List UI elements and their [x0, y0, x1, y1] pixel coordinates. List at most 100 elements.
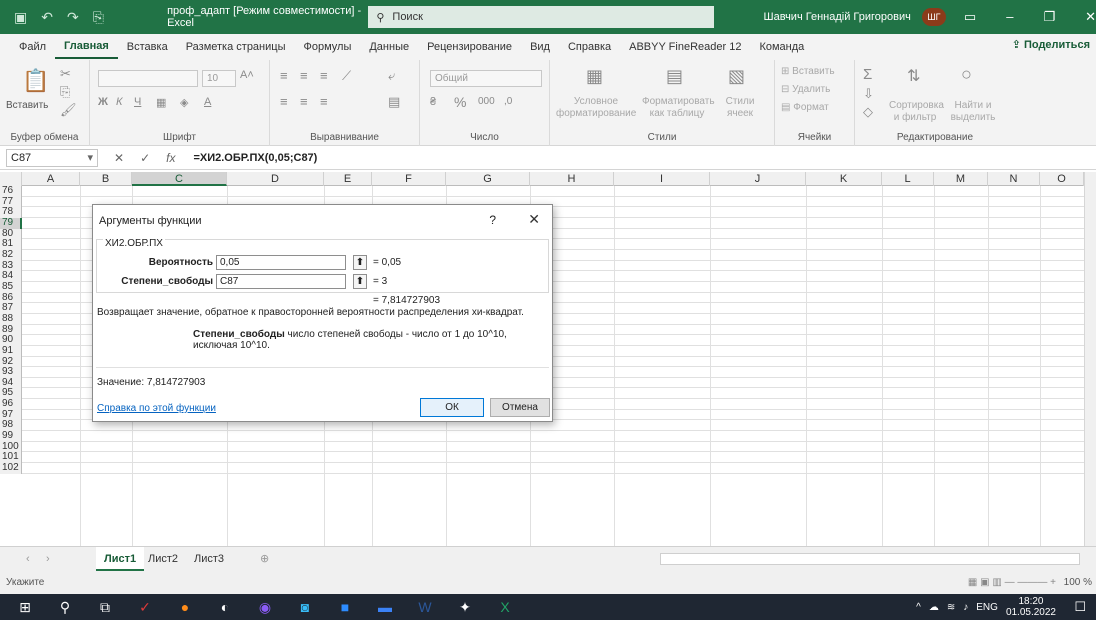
notifications-icon[interactable]: ☐	[1074, 599, 1086, 615]
cancel-button[interactable]: Отмена	[490, 398, 550, 417]
col-header-j[interactable]: J	[710, 172, 806, 186]
format-table-button[interactable]: Форматировать как таблицу	[642, 96, 715, 120]
cut-icon[interactable]: ✂	[60, 66, 71, 82]
view-normal-icon[interactable]: ▦ ▣ ▥ — ——— +	[968, 572, 1056, 594]
tab-view[interactable]: Вид	[521, 34, 559, 60]
app-icon[interactable]: ◙	[290, 596, 320, 618]
find-select-button[interactable]: Найти и выделить	[945, 100, 1001, 124]
chevron-down-icon[interactable]: ▾	[87, 150, 93, 166]
share-button[interactable]: ⇪ Поделиться	[1012, 38, 1090, 51]
tab-team[interactable]: Команда	[750, 34, 813, 60]
underline-icon[interactable]: Ч	[134, 96, 141, 108]
row-header[interactable]: 102	[0, 463, 22, 474]
tab-abbyy[interactable]: ABBYY FineReader 12	[620, 34, 750, 60]
align-center-icon[interactable]: ≡	[300, 94, 308, 109]
format-cells-button[interactable]: ▤ Формат	[781, 102, 853, 114]
align-right-icon[interactable]: ≡	[320, 94, 328, 109]
search-box[interactable]: ⚲ Поиск	[368, 6, 714, 28]
formula-input[interactable]: =ХИ2.ОБР.ПХ(0,05;C87)	[193, 152, 317, 164]
font-name-box[interactable]	[98, 70, 198, 87]
windows-start-icon[interactable]: ⊞	[10, 596, 40, 618]
format-table-icon[interactable]: ▤	[666, 66, 683, 87]
conditional-format-icon[interactable]: ▦	[586, 66, 603, 87]
col-header-b[interactable]: B	[80, 172, 132, 186]
ribbon-display-icon[interactable]: ▭	[964, 9, 976, 25]
language-indicator[interactable]: ENG	[976, 602, 998, 613]
align-left-icon[interactable]: ≡	[280, 94, 288, 109]
close-icon[interactable]: ✕	[1085, 9, 1096, 25]
col-header-n[interactable]: N	[988, 172, 1040, 186]
horizontal-scrollbar[interactable]	[660, 553, 1080, 565]
col-header-a[interactable]: A	[22, 172, 80, 186]
font-color-icon[interactable]: A	[204, 96, 211, 108]
arg2-input[interactable]: C87	[216, 274, 346, 289]
align-top-icon[interactable]: ≡	[280, 68, 288, 83]
italic-icon[interactable]: К	[116, 96, 122, 108]
next-sheet-icon[interactable]: ›	[38, 547, 58, 571]
insert-function-icon[interactable]: fx	[166, 151, 175, 165]
clock[interactable]: 18:20 01.05.2022	[1006, 596, 1056, 618]
row-header[interactable]: 91	[0, 346, 22, 357]
conditional-format-button[interactable]: Условное форматирование	[556, 96, 636, 120]
autosum-icon[interactable]: Σ	[863, 66, 872, 83]
tab-file[interactable]: Файл	[10, 34, 55, 60]
align-bottom-icon[interactable]: ≡	[320, 68, 328, 83]
excel-icon[interactable]: X	[490, 596, 520, 618]
format-painter-icon[interactable]: 🖌	[60, 102, 77, 118]
col-header-m[interactable]: M	[934, 172, 988, 186]
task-view-icon[interactable]: ⧉	[90, 596, 120, 618]
close-button[interactable]: ✕	[528, 211, 540, 228]
tab-help[interactable]: Справка	[559, 34, 620, 60]
col-header-i[interactable]: I	[614, 172, 710, 186]
col-header-o[interactable]: O	[1040, 172, 1084, 186]
fill-icon[interactable]: ⇩	[863, 86, 874, 102]
copy-format-icon[interactable]: ⎘	[93, 9, 104, 26]
col-header-g[interactable]: G	[446, 172, 530, 186]
firefox-icon[interactable]: ●	[170, 596, 200, 618]
fill-color-icon[interactable]: ◈	[180, 96, 188, 109]
name-box[interactable]: C87 ▾	[6, 148, 98, 167]
prev-sheet-icon[interactable]: ‹	[18, 547, 38, 571]
bold-icon[interactable]: Ж	[98, 96, 108, 108]
paste-icon[interactable]: 📋	[22, 68, 49, 94]
find-icon[interactable]: ○	[961, 64, 972, 85]
word-icon[interactable]: W	[410, 596, 440, 618]
tab-home[interactable]: Главная	[55, 35, 118, 59]
function-help-link[interactable]: Справка по этой функции	[97, 403, 216, 414]
clear-icon[interactable]: ◇	[863, 104, 873, 120]
col-header-l[interactable]: L	[882, 172, 934, 186]
tab-formulas[interactable]: Формулы	[294, 34, 360, 60]
col-header-c[interactable]: C	[132, 172, 227, 186]
number-format-box[interactable]: Общий	[430, 70, 542, 87]
collapse-arg2-icon[interactable]: ⬆	[353, 274, 367, 289]
onedrive-icon[interactable]: ☁	[929, 602, 939, 613]
collapse-arg1-icon[interactable]: ⬆	[353, 255, 367, 270]
ok-button[interactable]: ОК	[420, 398, 484, 417]
sort-filter-button[interactable]: Сортировка и фильтр	[889, 100, 944, 124]
select-all-button[interactable]	[0, 172, 22, 186]
search-icon[interactable]: ⚲	[50, 596, 80, 618]
minimize-icon[interactable]: –	[1006, 9, 1013, 25]
percent-icon[interactable]: %	[454, 94, 466, 110]
tab-page-layout[interactable]: Разметка страницы	[177, 34, 295, 60]
avatar[interactable]: ШГ	[921, 8, 946, 26]
restore-icon[interactable]: ❐	[1043, 9, 1055, 25]
thousands-icon[interactable]: 000	[478, 96, 495, 107]
volume-icon[interactable]: ♪	[963, 602, 968, 613]
confirm-entry-icon[interactable]: ✓	[140, 151, 150, 165]
row-header[interactable]: 88	[0, 314, 22, 325]
zoom-level[interactable]: 100 %	[1064, 572, 1092, 594]
insert-cells-button[interactable]: ⊞ Вставить	[781, 66, 853, 78]
app-icon[interactable]: ✦	[450, 596, 480, 618]
undo-icon[interactable]: ↶	[41, 9, 53, 26]
paste-button[interactable]: Вставить	[6, 100, 48, 112]
col-header-d[interactable]: D	[227, 172, 324, 186]
currency-icon[interactable]: ₴	[430, 96, 436, 108]
border-icon[interactable]: ▦	[156, 96, 166, 109]
sort-filter-icon[interactable]: ⇅	[907, 66, 920, 86]
sheet-tab-1[interactable]: Лист1	[96, 547, 145, 571]
col-header-k[interactable]: K	[806, 172, 882, 186]
redo-icon[interactable]: ↷	[67, 9, 79, 26]
cancel-entry-icon[interactable]: ✕	[114, 151, 124, 165]
app-icon[interactable]: ◐	[210, 596, 240, 618]
